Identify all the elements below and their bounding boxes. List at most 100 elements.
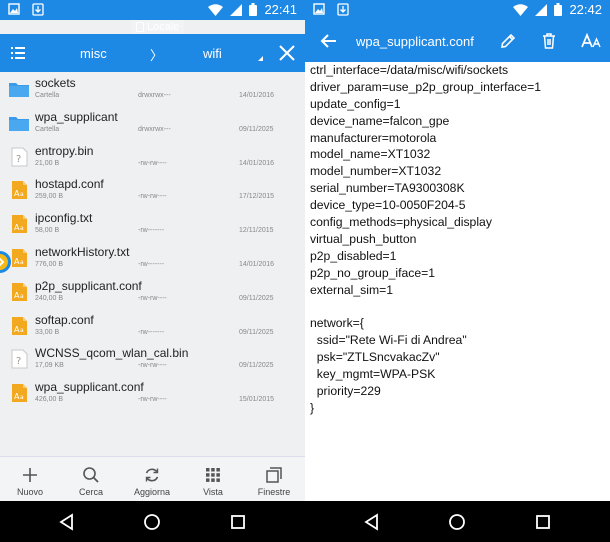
screens: 22:41 misc 〉 wifi Locale sockets Cartella…	[0, 0, 610, 542]
content-line: p2p_no_group_iface=1	[310, 265, 436, 280]
content-line: ssid="Rete Wi-Fi di Andrea"	[310, 333, 467, 348]
signal-icon	[230, 3, 243, 16]
content-line: manufacturer=motorola	[310, 130, 437, 145]
toolbar-aggiorna-button[interactable]: Aggiorna	[122, 466, 182, 497]
back-nav-icon[interactable]	[58, 513, 76, 531]
back-arrow-icon[interactable]	[319, 31, 339, 51]
path-segment-misc[interactable]: misc	[80, 46, 107, 61]
status-bar: 22:42	[305, 0, 610, 20]
file-permissions: drwxrwx---	[138, 92, 171, 99]
text-file-icon: Aa	[8, 316, 30, 336]
svg-text:?: ?	[16, 154, 21, 165]
file-row[interactable]: Aa p2p_supplicant.conf 240,00 B -rw-rw---- 0…	[0, 275, 305, 309]
close-icon[interactable]	[276, 42, 298, 64]
text-file-icon: Aa	[8, 180, 30, 200]
image-notification-icon	[313, 3, 325, 15]
unknown-file-icon: ?	[8, 147, 30, 167]
folder-icon	[8, 79, 30, 99]
file-permissions: -rw-rw----	[138, 159, 167, 167]
file-permissions: -rw-rw----	[138, 396, 167, 404]
bottom-toolbar: Nuovo Cerca Aggiorna Vista Finestre	[0, 456, 305, 501]
toolbar-vista-button[interactable]: Vista	[183, 466, 243, 497]
dropdown-corner-icon[interactable]	[258, 56, 263, 61]
toolbar-label: Cerca	[78, 487, 103, 497]
content-line: driver_param=use_p2p_group_interface=1	[310, 79, 542, 94]
edit-pencil-icon[interactable]	[498, 31, 518, 51]
home-nav-icon[interactable]	[448, 513, 466, 531]
file-row[interactable]: Aa hostapd.conf 259,00 B -rw-rw---- 17/12/20…	[0, 173, 305, 207]
file-name: WCNSS_qcom_wlan_cal.bin	[35, 346, 189, 361]
file-row[interactable]: Aa ipconfig.txt 58,00 B -rw------- 12/11/201…	[0, 207, 305, 241]
content-line: device_type=10-0050F204-5	[310, 198, 466, 213]
unknown-file-icon: ?	[8, 349, 30, 369]
toolbar-nuovo-button[interactable]: Nuovo	[0, 466, 60, 497]
file-size: 33,00 B	[35, 328, 60, 336]
path-separator: 〉	[150, 48, 164, 63]
refresh-icon	[122, 466, 182, 484]
text-size-icon[interactable]	[580, 31, 602, 51]
path-segment-wifi[interactable]: wifi	[203, 46, 222, 61]
toolbar-cerca-button[interactable]: Cerca	[61, 466, 121, 497]
recents-nav-icon[interactable]	[229, 513, 247, 531]
file-name: entropy.bin	[35, 143, 94, 158]
file-list: sockets Cartella drwxrwx--- 14/01/2016 wpa_s…	[0, 72, 305, 410]
battery-icon	[554, 3, 563, 16]
file-size: 58,00 B	[35, 227, 60, 235]
file-row[interactable]: Aa wpa_supplicant.conf 426,00 B -rw-rw---- 1…	[0, 376, 305, 410]
toolbar-finestre-button[interactable]: Finestre	[244, 466, 304, 497]
file-permissions: -rw-rw----	[138, 193, 167, 201]
file-date: 14/01/2016	[239, 260, 275, 268]
signal-icon	[535, 3, 548, 16]
content-line: priority=229	[310, 383, 381, 398]
delete-icon[interactable]	[539, 31, 559, 51]
file-name: wpa_supplicant	[35, 109, 118, 124]
tab-locale-label: Locale	[147, 21, 180, 33]
file-row[interactable]: ? WCNSS_qcom_wlan_cal.bin 17,09 KB -rw-rw--…	[0, 342, 305, 376]
text-file-icon: Aa	[8, 214, 30, 234]
text-file-icon: Aa	[8, 282, 30, 302]
windows-icon	[244, 466, 304, 484]
file-row[interactable]: wpa_supplicant Cartella drwxrwx--- 09/11/20…	[0, 106, 305, 140]
svg-text:?: ?	[16, 356, 21, 367]
svg-text:a: a	[20, 394, 24, 401]
file-date: 09/11/2025	[239, 328, 274, 336]
file-size: 21,00 B	[35, 159, 60, 167]
download-notification-icon	[32, 3, 44, 16]
folder-icon	[8, 113, 30, 133]
file-name: networkHistory.txt	[35, 244, 130, 259]
content-line: p2p_disabled=1	[310, 248, 397, 263]
content-line: network={	[310, 316, 364, 331]
file-size: Cartella	[35, 92, 60, 99]
toolbar-label: Nuovo	[16, 487, 43, 497]
file-name: sockets	[35, 76, 76, 90]
svg-text:a: a	[20, 259, 24, 266]
file-name: hostapd.conf	[35, 177, 104, 192]
file-name: p2p_supplicant.conf	[35, 278, 142, 293]
wifi-icon	[513, 3, 529, 16]
side-handle-icon[interactable]	[0, 247, 13, 277]
menu-icon[interactable]	[8, 43, 28, 63]
file-row[interactable]: Aa softap.conf 33,00 B -rw------- 09/11/2025	[0, 309, 305, 343]
content-line: }	[310, 400, 315, 415]
navigation-bar	[0, 501, 305, 542]
wifi-icon	[208, 3, 224, 16]
content-line: external_sim=1	[310, 282, 393, 297]
file-size: 259,00 B	[35, 193, 64, 201]
file-date: 12/11/2015	[239, 227, 274, 235]
file-row[interactable]: Aa networkHistory.txt 776,00 B -rw------- 14…	[0, 241, 305, 275]
file-row[interactable]: sockets Cartella drwxrwx--- 14/01/2016	[0, 72, 305, 106]
svg-text:a: a	[20, 225, 24, 232]
home-nav-icon[interactable]	[143, 513, 161, 531]
tab-locale[interactable]: Locale	[131, 20, 185, 34]
file-permissions: -rw-rw----	[138, 362, 167, 370]
file-name: wpa_supplicant.conf	[35, 380, 144, 395]
recents-nav-icon[interactable]	[534, 513, 552, 531]
content-line: ctrl_interface=/data/misc/wifi/sockets	[310, 63, 509, 77]
download-notification-icon	[337, 3, 349, 16]
file-row[interactable]: ? entropy.bin 21,00 B -rw-rw---- 14/01/2016	[0, 140, 305, 174]
file-permissions: -rw-------	[138, 260, 165, 268]
file-content[interactable]: ctrl_interface=/data/misc/wifi/socketsdr…	[310, 62, 608, 417]
back-nav-icon[interactable]	[363, 513, 381, 531]
text-file-icon: Aa	[8, 383, 30, 403]
file-manager-screen: 22:41 misc 〉 wifi Locale sockets Cartella…	[0, 0, 305, 542]
